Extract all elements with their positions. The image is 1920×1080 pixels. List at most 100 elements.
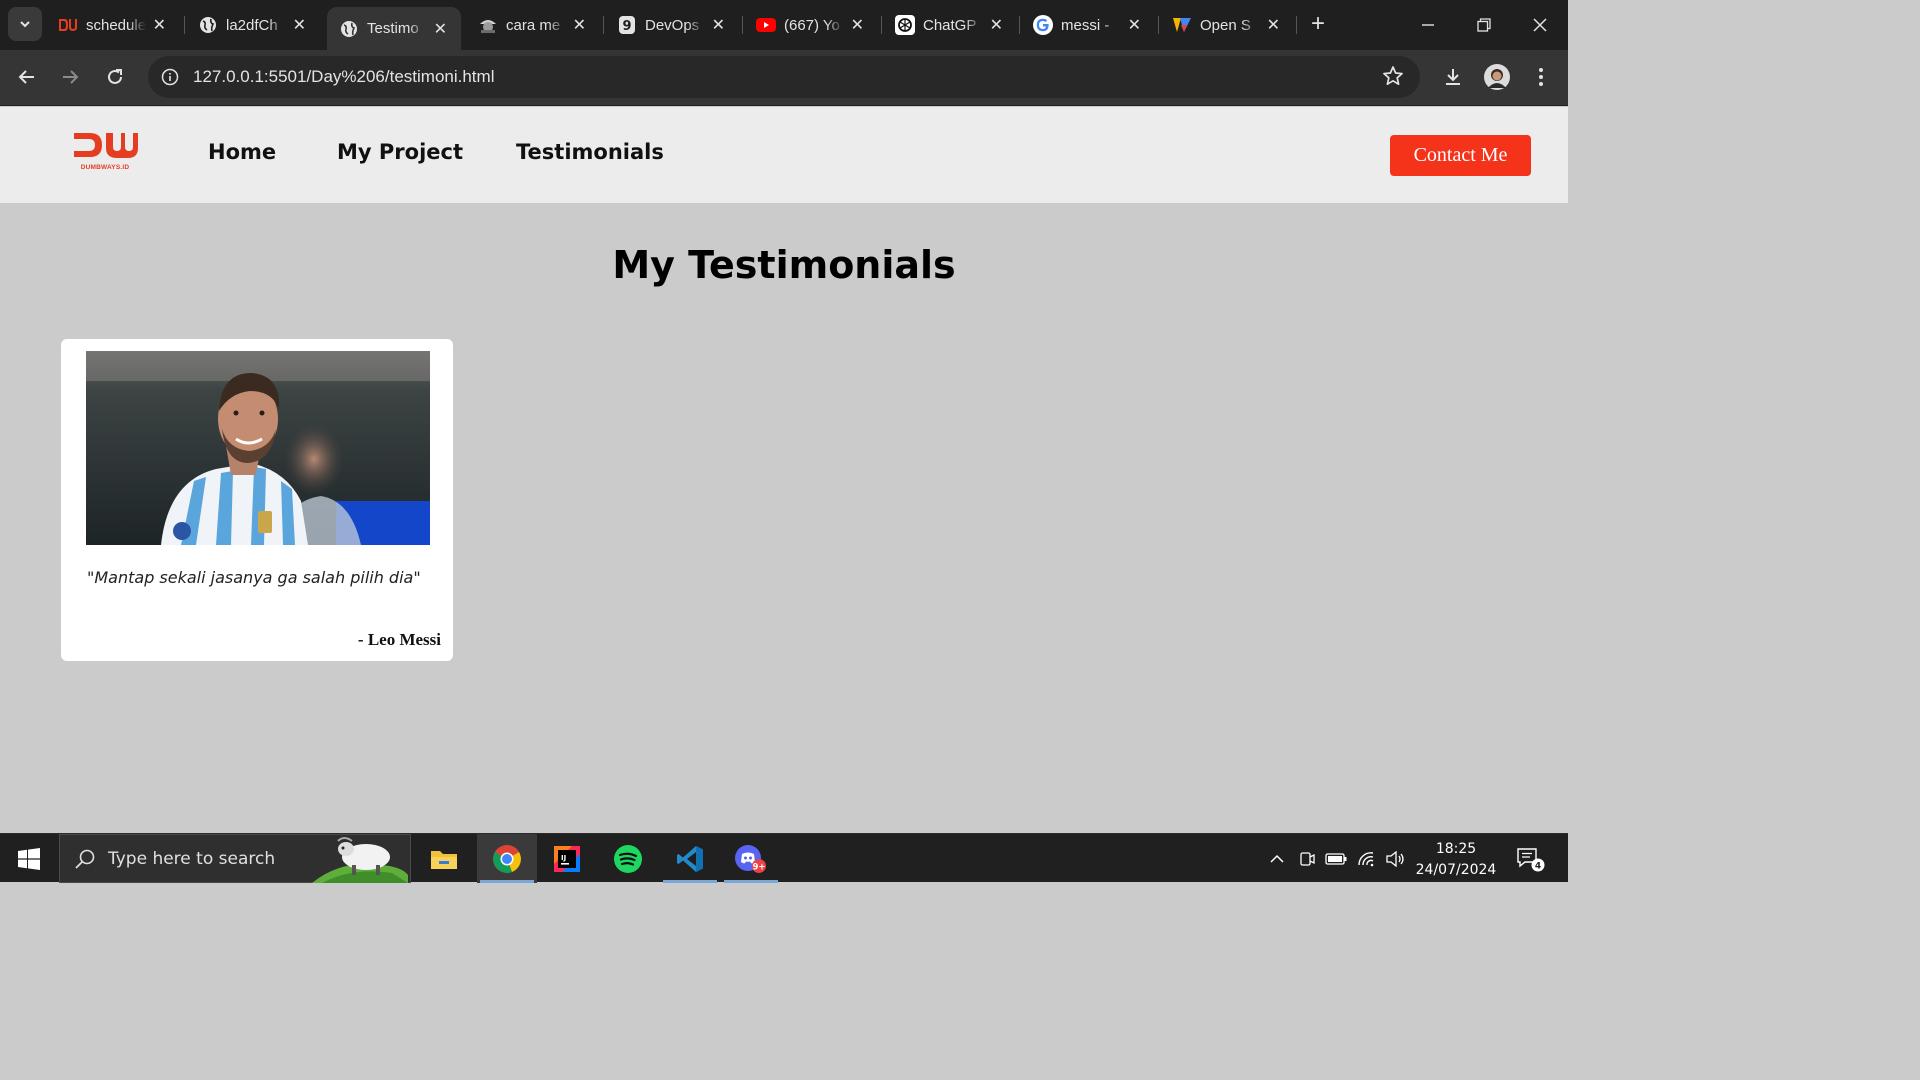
testimonial-author: - Leo Messi — [357, 630, 441, 649]
globe-icon — [198, 15, 218, 35]
tab-schedule[interactable]: schedule ✕ — [46, 7, 180, 43]
tab-title: Open S — [1200, 16, 1251, 34]
chatgpt-icon — [895, 15, 915, 35]
site-info-icon[interactable] — [156, 63, 184, 91]
spotify-icon — [614, 844, 642, 873]
new-tab-button[interactable]: + — [1305, 11, 1331, 37]
tab-title: la2dfCh — [226, 16, 278, 34]
restore-button[interactable] — [1456, 0, 1512, 50]
chrome-icon — [493, 844, 521, 873]
dumbways-logo[interactable]: DUMBWAYS.ID — [72, 131, 138, 181]
svg-text:9: 9 — [622, 19, 631, 34]
clock-date: 24/07/2024 — [1415, 862, 1497, 878]
windows-taskbar: Type here to search IJ 9+ 18:25 24/07/20… — [0, 833, 1568, 883]
discord-badge: 9+ — [752, 862, 765, 872]
minimize-button[interactable] — [1400, 0, 1456, 50]
reload-button[interactable] — [99, 61, 131, 93]
tab-google-messi[interactable]: messi - ✕ — [1021, 7, 1155, 43]
tab-devops[interactable]: 9 DevOps ✕ — [605, 7, 739, 43]
globe-icon — [339, 19, 359, 39]
show-hidden-icons-button[interactable] — [1264, 834, 1290, 883]
meet-now-icon[interactable] — [1295, 834, 1319, 883]
tab-youtube[interactable]: (667) Yo ✕ — [744, 7, 878, 43]
tab-la2dfch[interactable]: la2dfCh ✕ — [186, 7, 320, 43]
volume-icon[interactable] — [1382, 834, 1408, 883]
close-tab-icon[interactable]: ✕ — [712, 15, 725, 35]
logo-text: DUMBWAYS.ID — [80, 164, 130, 171]
tab-title: cara me — [506, 16, 561, 34]
arrow-left-icon — [18, 70, 34, 84]
intellij-icon: IJ — [554, 845, 580, 872]
url-text[interactable]: 127.0.0.1:5501/Day%206/testimoni.html — [193, 67, 494, 87]
browser-toolbar: 127.0.0.1:5501/Day%206/testimoni.html — [0, 50, 1568, 106]
google-icon — [1033, 15, 1053, 35]
back-button[interactable] — [11, 61, 43, 93]
taskbar-search-box[interactable]: Type here to search — [59, 834, 411, 883]
avatar-icon — [1484, 64, 1510, 90]
tab-chatgpt[interactable]: ChatGP ✕ — [883, 7, 1017, 43]
vscode-icon — [677, 845, 703, 872]
close-tab-icon[interactable]: ✕ — [153, 15, 166, 35]
nav-testimonials[interactable]: Testimonials — [516, 140, 664, 164]
pirate-icon — [478, 15, 498, 35]
close-tab-icon[interactable]: ✕ — [990, 15, 1003, 35]
testimonial-card: "Mantap sekali jasanya ga salah pilih di… — [61, 339, 453, 661]
sheep-illustration-icon — [312, 837, 408, 883]
reload-icon — [108, 69, 122, 84]
gradient-logo-icon — [1172, 15, 1192, 35]
nav-home[interactable]: Home — [208, 140, 276, 164]
close-tab-icon[interactable]: ✕ — [573, 15, 586, 35]
tab-title: schedule — [86, 16, 146, 34]
close-tab-icon[interactable]: ✕ — [293, 15, 306, 35]
notification-icon: 4 — [1517, 847, 1545, 871]
close-tab-icon[interactable]: ✕ — [434, 19, 447, 39]
forward-button[interactable] — [54, 61, 86, 93]
battery-icon[interactable] — [1323, 834, 1349, 883]
nine-icon: 9 — [617, 15, 637, 35]
chevron-down-icon — [20, 21, 30, 28]
tab-testimoni[interactable]: Testimo ✕ — [327, 7, 461, 50]
taskbar-spotify[interactable] — [598, 834, 658, 883]
tab-search-button[interactable] — [8, 7, 42, 41]
browser-tab-bar: schedule ✕ la2dfCh ✕ Testimo ✕ cara me ✕… — [0, 0, 1568, 50]
notification-center-button[interactable]: 4 — [1510, 834, 1550, 883]
taskbar-intellij[interactable]: IJ — [537, 834, 597, 883]
tab-title: DevOps — [645, 16, 700, 34]
wifi-icon[interactable] — [1354, 834, 1380, 883]
testimonial-photo — [86, 351, 430, 545]
dumbways-icon — [58, 15, 78, 35]
close-tab-icon[interactable]: ✕ — [1128, 15, 1141, 35]
tab-title: (667) Yo — [784, 16, 840, 34]
chevron-up-icon — [1270, 854, 1284, 863]
taskbar-chrome[interactable] — [477, 834, 537, 883]
taskbar-file-explorer[interactable] — [414, 834, 474, 883]
downloads-button[interactable] — [1437, 61, 1469, 93]
tab-title: messi - — [1061, 16, 1110, 34]
page-title: My Testimonials — [612, 243, 956, 287]
contact-me-button[interactable]: Contact Me — [1390, 135, 1531, 176]
youtube-icon — [756, 15, 776, 35]
taskbar-discord[interactable]: 9+ — [721, 834, 781, 883]
clock-time: 18:25 — [1435, 841, 1477, 857]
site-navbar: DUMBWAYS.ID Home My Project Testimonials… — [0, 107, 1568, 203]
close-window-button[interactable] — [1512, 0, 1568, 50]
address-bar[interactable]: 127.0.0.1:5501/Day%206/testimoni.html — [148, 56, 1420, 98]
nav-my-project[interactable]: My Project — [337, 140, 463, 164]
tab-open-s[interactable]: Open S ✕ — [1160, 7, 1294, 43]
minimize-icon — [1422, 24, 1434, 26]
url-host: 127.0.0.1 — [193, 67, 264, 86]
download-icon — [1446, 69, 1460, 85]
kebab-menu-icon — [1539, 68, 1543, 86]
browser-menu-button[interactable] — [1525, 61, 1557, 93]
bookmark-star-icon[interactable] — [1382, 65, 1404, 92]
close-tab-icon[interactable]: ✕ — [1267, 15, 1280, 35]
close-tab-icon[interactable]: ✕ — [851, 15, 864, 35]
taskbar-vscode[interactable] — [660, 834, 720, 883]
arrow-right-icon — [63, 70, 79, 84]
tab-cara-me[interactable]: cara me ✕ — [466, 7, 600, 43]
start-button[interactable] — [0, 834, 58, 883]
profile-avatar[interactable] — [1481, 61, 1513, 93]
taskbar-clock[interactable]: 18:25 24/07/2024 — [1408, 839, 1504, 881]
search-icon — [75, 849, 95, 869]
discord-icon: 9+ — [735, 844, 766, 873]
